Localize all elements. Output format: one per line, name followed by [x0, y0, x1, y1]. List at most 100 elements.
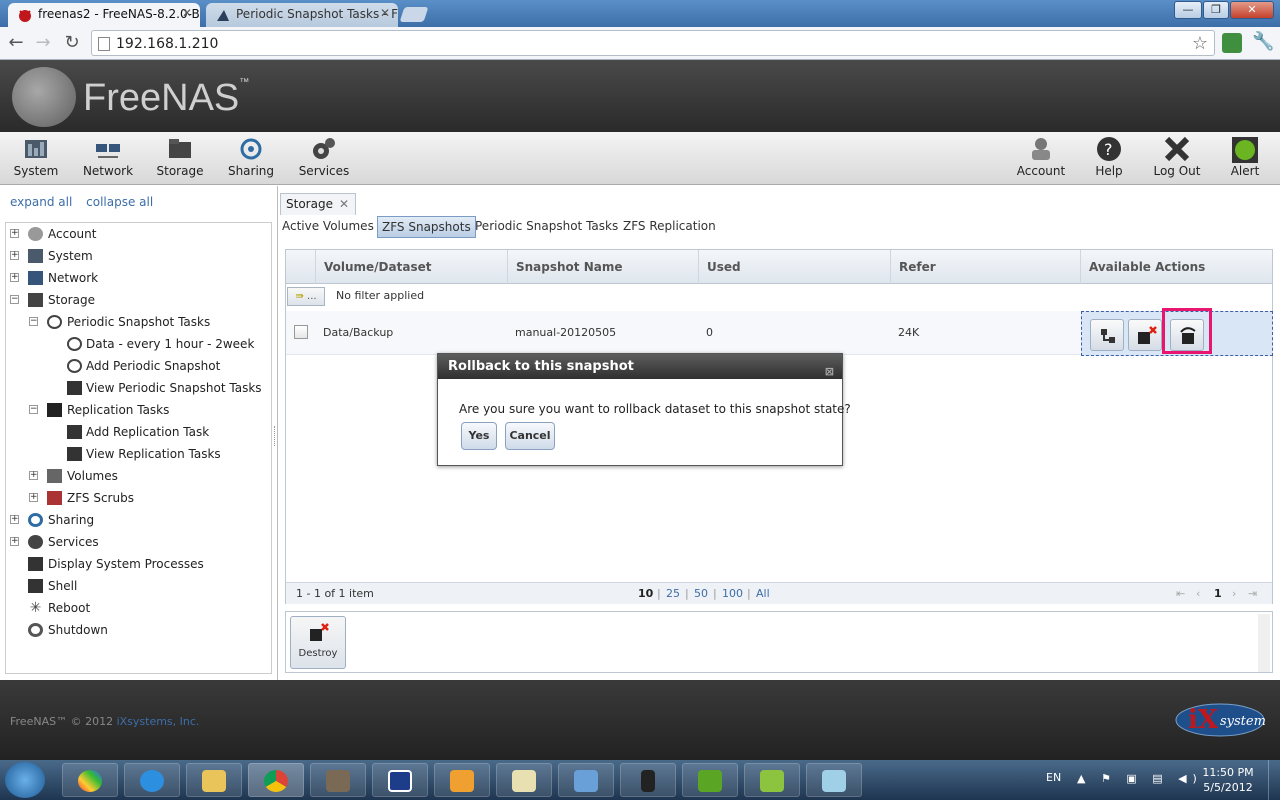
taskbar-editor[interactable] — [496, 763, 552, 797]
destroy-button[interactable]: Destroy — [290, 616, 346, 669]
page-size-50[interactable]: 50 — [694, 583, 708, 605]
yes-button[interactable]: Yes — [461, 422, 497, 450]
tab-zfs-snapshots[interactable]: ZFS Snapshots — [377, 216, 476, 238]
table-row[interactable]: Data/Backup manual-20120505 0 24K — [286, 308, 1273, 356]
browser-tab-periodic[interactable]: Periodic Snapshot Tasks - F ✕ — [206, 3, 398, 27]
start-button[interactable] — [5, 762, 45, 798]
expand-icon[interactable]: + — [10, 515, 19, 524]
minimize-button[interactable]: — — [1174, 1, 1202, 19]
collapse-icon[interactable]: − — [10, 295, 19, 304]
filter-status: No filter applied — [336, 289, 425, 302]
back-icon[interactable]: ← — [5, 32, 27, 54]
expand-icon[interactable]: + — [29, 471, 38, 480]
system-tray[interactable]: ▲ ⚑ ▣ ▤ ◀) — [1077, 772, 1203, 785]
column-volume-dataset[interactable]: Volume/Dataset — [315, 250, 507, 284]
notes-icon — [822, 770, 846, 792]
taskbar-notes[interactable] — [806, 763, 862, 797]
page-size-separator: | — [657, 587, 661, 600]
menu-services[interactable]: Services — [296, 136, 352, 178]
page-size-25[interactable]: 25 — [666, 583, 680, 605]
page-size-10[interactable]: 10 — [638, 583, 653, 605]
reload-icon[interactable]: ↻ — [61, 32, 83, 54]
taskbar-chrome[interactable] — [248, 763, 304, 797]
menu-account[interactable]: Account — [1014, 136, 1068, 178]
collapse-all-link[interactable]: collapse all — [86, 195, 153, 209]
expand-icon[interactable]: + — [10, 537, 19, 546]
expand-icon[interactable]: + — [10, 273, 19, 282]
browser-tab-freenas[interactable]: freenas2 - FreeNAS-8.2.0-BE ✕ — [8, 3, 200, 27]
last-page-icon[interactable]: ⇥ — [1248, 583, 1257, 605]
outlook-icon — [450, 770, 474, 792]
expand-icon[interactable]: + — [29, 493, 38, 502]
address-bar[interactable]: 192.168.1.210 ☆ — [91, 30, 1215, 56]
collapse-icon[interactable]: − — [29, 405, 38, 414]
filter-button[interactable]: ⇛ ... — [287, 287, 325, 306]
current-page[interactable]: 1 — [1214, 583, 1222, 605]
expand-icon[interactable]: + — [10, 251, 19, 260]
tab-close-icon[interactable]: ✕ — [182, 6, 192, 20]
tab-zfs-replication[interactable]: ZFS Replication — [619, 216, 720, 238]
forward-icon[interactable]: → — [32, 32, 54, 54]
ixsystems-link[interactable]: iXsystems, Inc. — [117, 715, 200, 728]
first-page-icon[interactable]: ⇤ — [1176, 583, 1185, 605]
taskbar-outlook[interactable] — [434, 763, 490, 797]
expand-all-link[interactable]: expand all — [10, 195, 72, 209]
collapse-icon[interactable]: − — [29, 317, 38, 326]
taskbar-gimp[interactable] — [310, 763, 366, 797]
bookmark-star-icon[interactable]: ☆ — [1192, 33, 1208, 54]
column-refer[interactable]: Refer — [890, 250, 1080, 284]
new-tab-button[interactable] — [399, 7, 429, 22]
taskbar-phone[interactable] — [620, 763, 676, 797]
page-size-separator: | — [713, 587, 717, 600]
next-page-icon[interactable]: › — [1232, 583, 1236, 605]
splitter-handle[interactable] — [274, 426, 276, 446]
maximize-button[interactable]: ❐ — [1203, 1, 1229, 19]
menu-logout[interactable]: Log Out — [1150, 136, 1204, 178]
taskbar-internet-explorer[interactable] — [124, 763, 180, 797]
shell-icon — [28, 579, 43, 593]
close-icon[interactable]: ✕ — [339, 194, 349, 214]
tab-close-icon[interactable]: ✕ — [380, 6, 390, 20]
row-checkbox[interactable] — [294, 325, 308, 339]
expand-icon[interactable]: + — [10, 229, 19, 238]
clock[interactable]: 11:50 PM 5/5/2012 — [1196, 765, 1260, 795]
destroy-snapshot-button[interactable] — [1128, 319, 1162, 351]
prev-page-icon[interactable]: ‹ — [1196, 583, 1200, 605]
taskbar-evernote[interactable] — [682, 763, 738, 797]
column-snapshot-name[interactable]: Snapshot Name — [507, 250, 698, 284]
wrench-icon[interactable]: 🔧 — [1252, 31, 1274, 52]
taskbar-picasa[interactable] — [62, 763, 118, 797]
menu-network[interactable]: Network — [80, 136, 136, 178]
menu-help[interactable]: ? Help — [1086, 136, 1132, 178]
action-bar: Destroy — [285, 611, 1273, 673]
dialog-title: Rollback to this snapshot ⊠ — [438, 354, 842, 379]
input-language[interactable]: EN — [1046, 771, 1061, 784]
cancel-button[interactable]: Cancel — [505, 422, 555, 450]
menu-system[interactable]: System — [10, 136, 62, 178]
evernote-extension-icon[interactable] — [1222, 33, 1242, 53]
tab-storage[interactable]: Storage ✕ — [280, 193, 356, 215]
vertical-scrollbar[interactable] — [1258, 614, 1270, 672]
page-size-all[interactable]: All — [756, 583, 770, 605]
clone-icon — [1101, 329, 1115, 343]
dialog-close-icon[interactable]: ⊠ — [825, 359, 834, 384]
freenas-header: FreeNAS™ — [0, 60, 1280, 132]
tab-periodic-snapshot-tasks[interactable]: Periodic Snapshot Tasks — [471, 216, 622, 238]
show-desktop-button[interactable] — [1268, 760, 1280, 800]
sharing-icon — [237, 136, 265, 162]
menu-alert[interactable]: Alert — [1222, 136, 1268, 178]
close-window-button[interactable]: ✕ — [1230, 1, 1274, 19]
taskbar-explorer[interactable] — [186, 763, 242, 797]
taskbar-language[interactable] — [372, 763, 428, 797]
freenas-footer: FreeNAS™ © 2012 iXsystems, Inc. iX syste… — [0, 680, 1280, 760]
menu-storage[interactable]: Storage — [152, 136, 208, 178]
navigation-tree: + Account + System + Network − Storage − Peri… — [5, 222, 272, 674]
taskbar-vsphere[interactable] — [744, 763, 800, 797]
page-size-100[interactable]: 100 — [722, 583, 743, 605]
tab-active-volumes[interactable]: Active Volumes — [278, 216, 378, 238]
taskbar-remote[interactable] — [558, 763, 614, 797]
column-used[interactable]: Used — [698, 250, 890, 284]
menu-sharing[interactable]: Sharing — [224, 136, 278, 178]
clone-snapshot-button[interactable] — [1090, 319, 1124, 351]
account-icon — [28, 227, 43, 241]
